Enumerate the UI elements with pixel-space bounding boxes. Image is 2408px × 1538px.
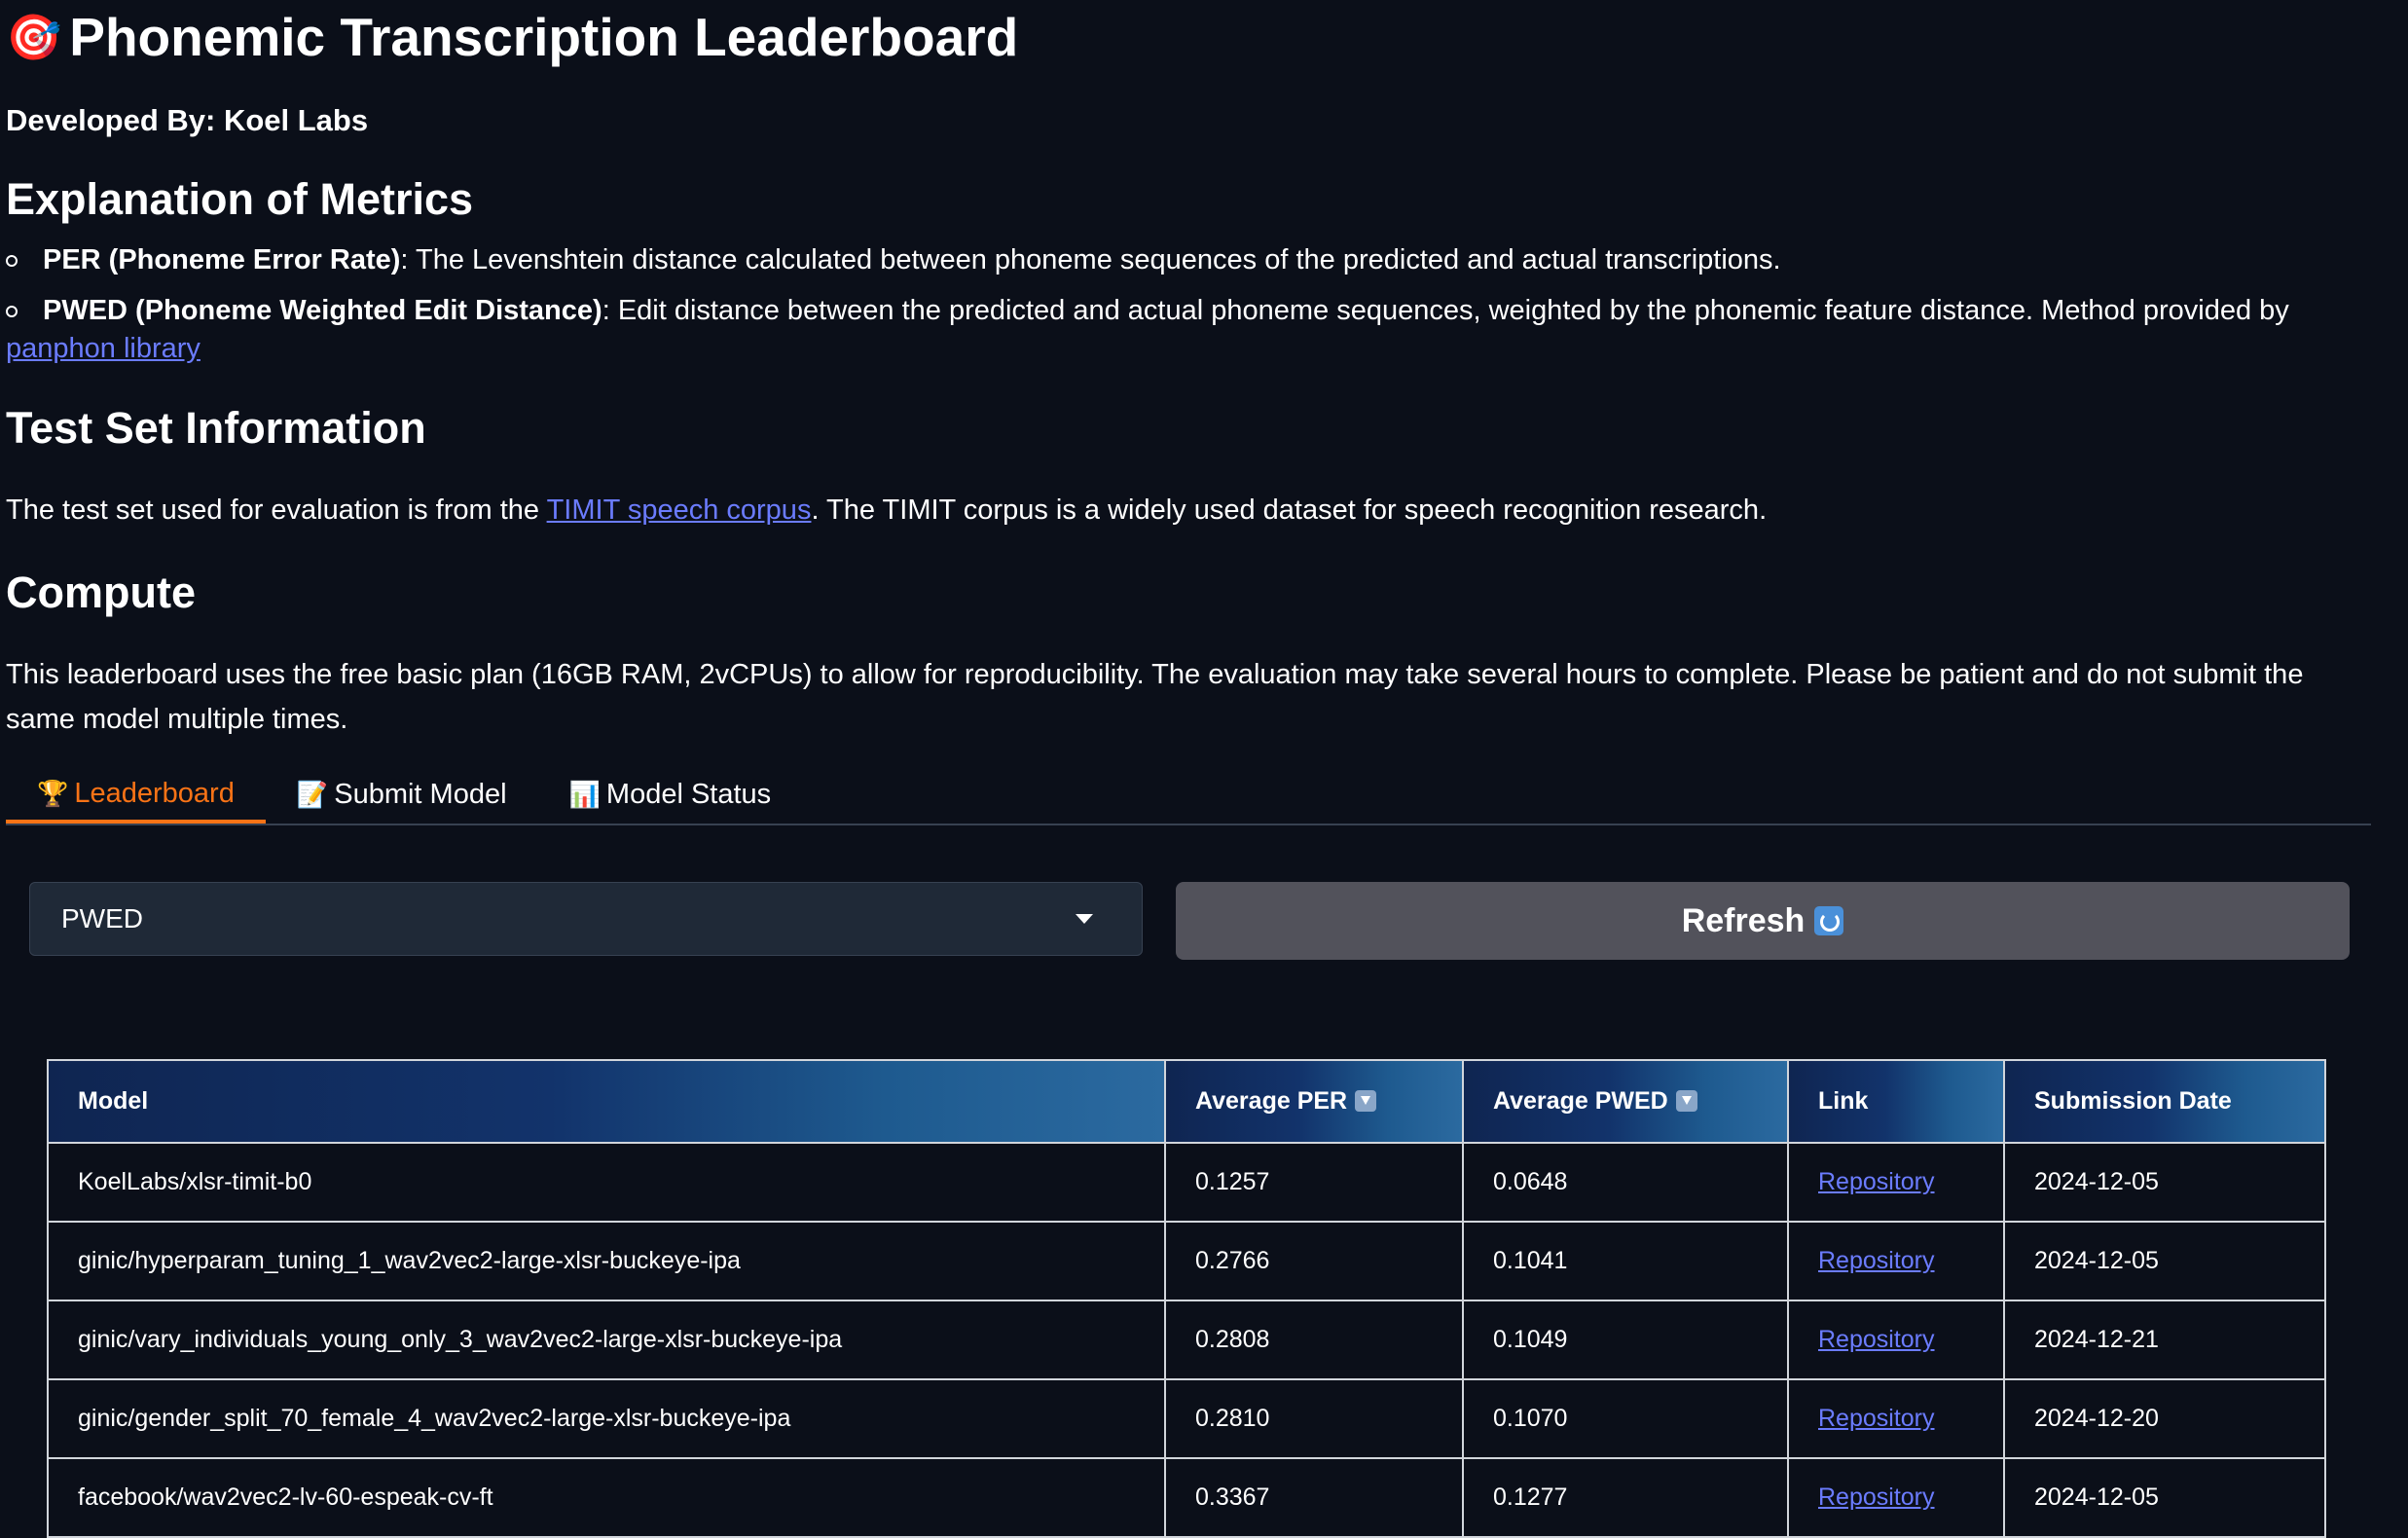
repository-link[interactable]: Repository — [1818, 1168, 1935, 1195]
cell-model: ginic/vary_individuals_young_only_3_wav2… — [47, 1300, 1166, 1380]
cell-model: KoelLabs/xlsr-timit-b0 — [47, 1142, 1166, 1223]
cell-submission-date: 2024-12-20 — [2003, 1378, 2326, 1459]
metrics-heading: Explanation of Metrics — [6, 174, 474, 224]
cell-submission-date: 2024-12-05 — [2003, 1142, 2326, 1223]
cell-link: Repository — [1787, 1142, 2005, 1223]
trophy-icon: 🏆 — [37, 778, 69, 808]
header-submission-date[interactable]: Submission Date — [2003, 1059, 2326, 1144]
page-title: 🎯 Phonemic Transcription Leaderboard — [6, 6, 1018, 68]
cell-average-per: 0.3367 — [1164, 1457, 1464, 1538]
sort-down-icon[interactable] — [1675, 1090, 1697, 1112]
cell-average-pwed: 0.1041 — [1462, 1221, 1789, 1301]
header-link[interactable]: Link — [1787, 1059, 2005, 1144]
compute-text: This leaderboard uses the free basic pla… — [6, 659, 2304, 735]
cell-average-pwed: 0.1070 — [1462, 1378, 1789, 1459]
cell-link: Repository — [1787, 1300, 2005, 1380]
test-set-text: The test set used for evaluation is from… — [6, 492, 1767, 530]
compute-heading: Compute — [6, 568, 196, 617]
header-label: Average PER — [1195, 1087, 1348, 1115]
metric-item-pwed: PWED (Phoneme Weighted Edit Distance): E… — [6, 292, 2371, 368]
table-row: ginic/hyperparam_tuning_1_wav2vec2-large… — [47, 1221, 2326, 1301]
test-set-text-before: The test set used for evaluation is from… — [6, 494, 547, 526]
table-header-row: Model Average PER Average PWED Link Subm… — [47, 1059, 2326, 1144]
refresh-button[interactable]: Refresh — [1176, 882, 2350, 960]
header-label: Average PWED — [1493, 1087, 1668, 1115]
cell-average-per: 0.1257 — [1164, 1142, 1464, 1223]
header-average-pwed[interactable]: Average PWED — [1462, 1059, 1789, 1144]
repository-link[interactable]: Repository — [1818, 1405, 1935, 1432]
table-row: ginic/vary_individuals_young_only_3_wav2… — [47, 1300, 2326, 1380]
tab-label: Submit Model — [334, 778, 507, 810]
metric-name: PWED (Phoneme Weighted Edit Distance) — [43, 295, 602, 326]
refresh-label: Refresh — [1681, 901, 1806, 939]
test-set-heading: Test Set Information — [6, 403, 426, 453]
cell-average-per: 0.2808 — [1164, 1300, 1464, 1380]
metrics-list: PER (Phoneme Error Rate): The Levenshtei… — [6, 241, 2371, 381]
cell-model: ginic/hyperparam_tuning_1_wav2vec2-large… — [47, 1221, 1166, 1301]
header-model[interactable]: Model — [47, 1059, 1166, 1144]
bar-chart-icon: 📊 — [568, 779, 601, 809]
repository-link[interactable]: Repository — [1818, 1247, 1935, 1274]
cell-link: Repository — [1787, 1221, 2005, 1301]
sort-down-icon[interactable] — [1355, 1090, 1377, 1112]
cell-average-pwed: 0.1277 — [1462, 1457, 1789, 1538]
header-label: Model — [78, 1087, 149, 1115]
leaderboard-table: Model Average PER Average PWED Link Subm… — [47, 1059, 2326, 1538]
tab-label: Model Status — [605, 778, 772, 810]
cell-link: Repository — [1787, 1457, 2005, 1538]
tab-model-status[interactable]: 📊 Model Status — [538, 767, 803, 822]
table-row: ginic/gender_split_70_female_4_wav2vec2-… — [47, 1378, 2326, 1459]
repository-link[interactable]: Repository — [1818, 1326, 1935, 1353]
cell-link: Repository — [1787, 1378, 2005, 1459]
cell-average-per: 0.2766 — [1164, 1221, 1464, 1301]
tab-label: Leaderboard — [74, 777, 235, 809]
bullet-icon — [6, 306, 18, 317]
tab-submit-model[interactable]: 📝 Submit Model — [266, 767, 538, 822]
metric-name: PER (Phoneme Error Rate) — [43, 244, 401, 275]
repository-link[interactable]: Repository — [1818, 1483, 1935, 1511]
cell-average-per: 0.2810 — [1164, 1378, 1464, 1459]
test-set-text-after: . The TIMIT corpus is a widely used data… — [811, 494, 1768, 526]
developer-credit: Developed By: Koel Labs — [6, 103, 369, 137]
header-label: Link — [1818, 1087, 1869, 1115]
header-label: Submission Date — [2034, 1087, 2232, 1115]
table-row: KoelLabs/xlsr-timit-b0 0.1257 0.0648 Rep… — [47, 1142, 2326, 1223]
metric-description: : The Levenshtein distance calculated be… — [400, 244, 1781, 275]
bullet-icon — [6, 255, 18, 267]
metric-item-per: PER (Phoneme Error Rate): The Levenshtei… — [6, 241, 2371, 279]
cell-submission-date: 2024-12-21 — [2003, 1300, 2326, 1380]
target-icon: 🎯 — [6, 12, 62, 62]
cell-model: ginic/gender_split_70_female_4_wav2vec2-… — [47, 1378, 1166, 1459]
metric-dropdown[interactable]: PWED — [29, 882, 1143, 956]
page-title-text: Phonemic Transcription Leaderboard — [69, 7, 1019, 67]
panphon-link[interactable]: panphon library — [6, 333, 201, 364]
tab-bar: 🏆 Leaderboard 📝 Submit Model 📊 Model Sta… — [6, 767, 2371, 825]
metric-description: : Edit distance between the predicted an… — [602, 295, 2289, 326]
timit-link[interactable]: TIMIT speech corpus — [547, 494, 812, 526]
tab-leaderboard[interactable]: 🏆 Leaderboard — [6, 767, 266, 824]
table-row: facebook/wav2vec2-lv-60-espeak-cv-ft 0.3… — [47, 1457, 2326, 1538]
memo-icon: 📝 — [296, 779, 329, 809]
cell-submission-date: 2024-12-05 — [2003, 1221, 2326, 1301]
refresh-icon — [1814, 906, 1844, 935]
cell-model: facebook/wav2vec2-lv-60-espeak-cv-ft — [47, 1457, 1166, 1538]
cell-average-pwed: 0.1049 — [1462, 1300, 1789, 1380]
cell-submission-date: 2024-12-05 — [2003, 1457, 2326, 1538]
dropdown-value: PWED — [61, 903, 143, 934]
caret-down-icon — [1076, 914, 1093, 924]
header-average-per[interactable]: Average PER — [1164, 1059, 1464, 1144]
cell-average-pwed: 0.0648 — [1462, 1142, 1789, 1223]
